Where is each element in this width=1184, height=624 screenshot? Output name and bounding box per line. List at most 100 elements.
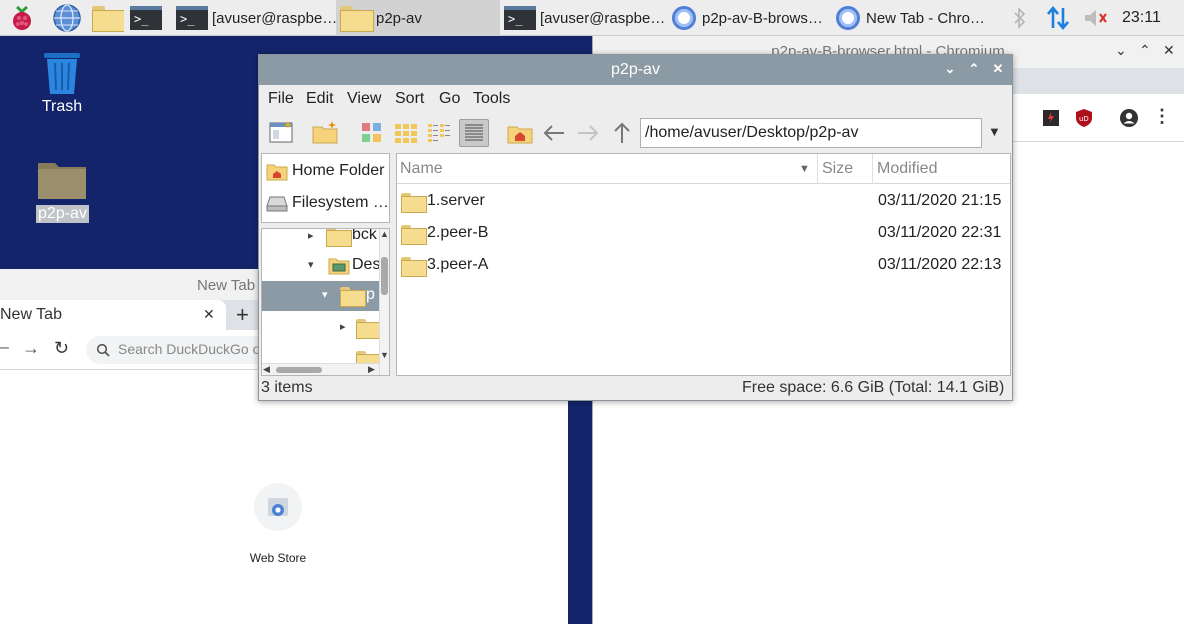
drive-icon [266,196,288,212]
webstore-label: Web Store [249,551,307,565]
chromium-icon [672,6,696,30]
forward-button[interactable] [574,119,604,147]
tree-horizontal-scrollbar[interactable]: ◀ ▶ [262,363,379,375]
new-tab-button[interactable]: + [236,302,249,328]
scroll-right-icon[interactable]: ▶ [368,364,375,375]
view-compact-button[interactable] [425,119,455,147]
tree-vertical-scroll-thumb[interactable] [381,257,388,295]
chromium-menu-icon[interactable]: ⋮ [1153,106,1171,127]
back-icon[interactable]: – [0,339,9,357]
tree-row[interactable]: ▸ [262,313,382,343]
new-window-button[interactable] [267,119,297,147]
menu-sort[interactable]: Sort [395,90,424,108]
file-modified: 03/11/2020 22:31 [878,224,1002,241]
web-browser-launcher[interactable] [50,0,84,36]
place-home-folder[interactable]: Home Folder [262,156,389,186]
volume-button[interactable] [1080,0,1112,36]
tab-close-icon[interactable]: ✕ [203,306,215,323]
desktop-icon-p2p-av[interactable]: p2p-av [26,156,98,232]
tree-expander-icon[interactable]: ▾ [322,288,328,301]
column-header-size[interactable]: Size [818,154,873,184]
tree-row[interactable]: ▾ Des [262,251,381,281]
menu-file[interactable]: File [268,90,294,108]
webstore-shortcut[interactable] [254,483,302,531]
up-button[interactable] [608,119,638,147]
place-label: Home Folder [292,162,385,179]
path-history-dropdown-icon[interactable]: ▼ [988,124,1001,139]
scroll-down-icon[interactable]: ▼ [380,350,389,360]
close-button[interactable]: ✕ [989,60,1007,78]
menu-edit[interactable]: Edit [306,90,334,108]
raspberry-menu-button[interactable] [4,0,40,36]
profile-icon[interactable] [1119,108,1139,131]
maximize-button[interactable]: ⌃ [1139,42,1151,59]
taskbar-window-chromium-p2p[interactable]: p2p-av-B-brows… [666,0,828,36]
tree-label: bck [352,228,377,243]
bluetooth-button[interactable] [1008,0,1032,36]
path-input[interactable]: /home/avuser/Desktop/p2p-av [640,118,982,148]
network-button[interactable] [1042,0,1074,36]
scroll-up-icon[interactable]: ▲ [380,229,389,239]
terminal-launcher[interactable]: >_ [126,0,164,36]
clock[interactable]: 23:11 [1122,0,1172,36]
minimize-button[interactable]: ⌄ [941,60,959,78]
extension-icon[interactable] [1043,110,1059,126]
view-detailed-list-button[interactable] [459,119,489,147]
file-manager-titlebar[interactable]: p2p-av ⌄ ⌃ ✕ [259,55,1012,85]
taskbar-window-file-manager[interactable]: p2p-av [336,0,500,36]
menu-tools[interactable]: Tools [473,90,510,108]
sort-descending-icon: ▼ [799,163,810,175]
maximize-button[interactable]: ⌃ [965,60,983,78]
view-icons-button[interactable] [392,119,422,147]
tree-vertical-scrollbar[interactable]: ▲ ▼ [379,229,389,375]
back-button[interactable] [540,119,570,147]
reload-icon[interactable]: ↻ [54,338,69,359]
tab-new-tab[interactable]: New Tab ✕ [0,300,226,330]
file-row[interactable]: 1.server 03/11/2020 21:15 [397,186,1010,218]
place-filesystem[interactable]: Filesystem … [262,188,389,218]
ublock-icon[interactable]: uD [1075,108,1093,131]
minimize-button[interactable]: ⌄ [1115,42,1127,59]
taskbar-window-label: p2p-av [376,9,422,27]
file-row[interactable]: 2.peer-B 03/11/2020 22:31 [397,218,1010,250]
taskbar-window-terminal-2[interactable]: >_ [avuser@raspbe… [500,0,664,36]
scroll-left-icon[interactable]: ◀ [263,364,270,375]
file-list: Name ▼ Size Modified 1.server 03/11/2020… [396,153,1011,376]
up-arrow-icon [614,122,630,143]
file-row[interactable]: 3.peer-A 03/11/2020 22:13 [397,250,1010,282]
taskbar-window-label: [avuser@raspbe… [540,9,664,27]
home-folder-icon [266,164,288,181]
folder-icon [326,229,352,247]
tree-expander-icon[interactable]: ▸ [340,320,346,333]
trash-icon [44,53,80,94]
tree-expander-icon[interactable]: ▾ [308,258,314,271]
detailed-list-icon [465,124,483,141]
toolbar: /home/avuser/Desktop/p2p-av ▼ [259,113,1012,153]
column-header-name[interactable]: Name ▼ [397,154,818,184]
column-header-modified[interactable]: Modified [873,154,1010,184]
tree-row[interactable]: ▸ bck [262,228,379,251]
status-bar: 3 items Free space: 6.6 GiB (Total: 14.1… [259,376,1012,400]
terminal-icon: >_ [130,6,162,30]
home-folder-icon [507,126,533,144]
places-pane: Home Folder Filesystem … [261,153,390,223]
tree-horizontal-scroll-thumb[interactable] [276,367,322,373]
home-button[interactable] [506,119,536,147]
forward-icon[interactable]: → [22,338,40,359]
taskbar-window-terminal-1[interactable]: >_ [avuser@raspbe… [172,0,336,36]
menu-go[interactable]: Go [439,90,460,108]
view-thumbnails-button[interactable] [358,119,388,147]
close-button[interactable]: ✕ [1163,42,1175,59]
tree-expander-icon[interactable]: ▸ [308,229,314,242]
menu-view[interactable]: View [347,90,381,108]
new-folder-button[interactable] [311,119,341,147]
taskbar-window-chromium-newtab[interactable]: New Tab - Chro… [830,0,994,36]
file-manager-launcher[interactable] [88,0,124,36]
file-modified: 03/11/2020 21:15 [878,192,1002,209]
tree-row-selected[interactable]: ▾ p [262,281,379,311]
menu-bar: File Edit View Sort Go Tools [259,85,1012,113]
omnibox-placeholder: Search DuckDuckGo or [118,341,266,357]
tree-label: Des [352,256,381,273]
file-modified: 03/11/2020 22:13 [878,256,1002,273]
desktop-icon-trash[interactable]: Trash [26,46,98,122]
